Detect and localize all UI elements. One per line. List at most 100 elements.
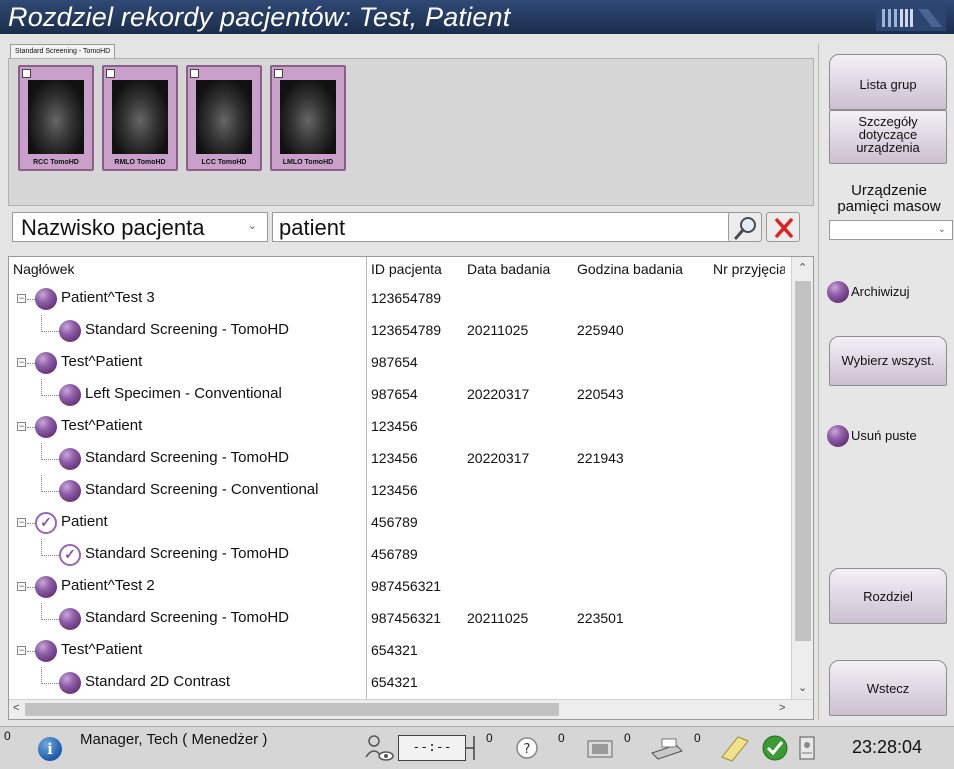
thumbnail-checkbox[interactable] (106, 69, 115, 78)
status-bar: 0 i Manager, Tech ( Menedżer ) --:-- 0 ?… (0, 726, 954, 769)
row-study-date: 20211025 (467, 610, 529, 626)
thumbnail-checkbox[interactable] (274, 69, 283, 78)
scrollbar-thumb[interactable] (25, 703, 559, 716)
row-title: Patient (61, 513, 108, 530)
vertical-scrollbar[interactable]: ⌃ ⌄ (791, 257, 813, 701)
thumbnail-checkbox[interactable] (22, 69, 31, 78)
row-title: Patient^Test 3 (61, 289, 155, 306)
collapse-icon[interactable]: − (17, 646, 26, 655)
printer-icon[interactable] (646, 733, 686, 763)
thumbnail-rmlo[interactable]: RMLO TomoHD (102, 65, 178, 171)
patient-row[interactable]: − Test^Patient 123456 (9, 411, 791, 443)
row-title: Standard Screening - TomoHD (85, 449, 289, 466)
info-icon[interactable]: i (38, 737, 62, 761)
thumbnail-rcc[interactable]: RCC TomoHD (18, 65, 94, 171)
search-icon (734, 217, 756, 240)
device-details-button[interactable]: Szczegóły dotyczące urządzenia (829, 110, 947, 164)
collapse-icon[interactable]: − (17, 582, 26, 591)
user-eye-icon[interactable] (362, 733, 396, 763)
group-list-button[interactable]: Lista grup (829, 54, 947, 110)
chevron-down-icon: ⌄ (247, 220, 257, 232)
tree-connector (27, 427, 35, 428)
scroll-left-icon[interactable]: < (13, 702, 19, 714)
column-header-study-time[interactable]: Godzina badania (577, 261, 683, 277)
record-orb-icon[interactable] (59, 448, 81, 470)
search-button[interactable] (728, 212, 762, 242)
tree-connector (41, 475, 42, 492)
row-patient-id: 987456321 (371, 578, 442, 594)
search-input[interactable]: patient (272, 212, 736, 242)
study-row[interactable]: ✓ Standard Screening - TomoHD 456789 (9, 539, 791, 571)
scroll-down-icon[interactable]: ⌄ (798, 681, 807, 694)
study-row[interactable]: Standard Screening - TomoHD 123654789 2021… (9, 315, 791, 347)
record-orb-icon[interactable] (59, 672, 81, 694)
record-orb-icon[interactable] (35, 352, 57, 374)
back-button[interactable]: Wstecz (829, 660, 947, 716)
thumbnail-label: LCC TomoHD (201, 159, 247, 166)
search-field-select[interactable]: Nazwisko pacjenta ⌄ (12, 212, 268, 242)
record-orb-icon[interactable] (59, 480, 81, 502)
record-orb-icon[interactable] (35, 640, 57, 662)
storage-device-label: Urządzenie pamięci masow (837, 182, 941, 215)
row-title: Standard Screening - Conventional (85, 481, 319, 498)
study-row[interactable]: Standard Screening - TomoHD 987456321 2021… (9, 603, 791, 635)
record-orb-icon[interactable] (35, 288, 57, 310)
study-row[interactable]: Standard 2D Contrast 654321 (9, 667, 791, 699)
storage-device-select[interactable]: ⌄ (829, 220, 953, 240)
column-header-patient-id[interactable]: ID pacjenta (371, 261, 442, 277)
study-row[interactable]: Standard Screening - Conventional 123456 (9, 475, 791, 507)
column-header-heading[interactable]: Nagłówek (13, 261, 74, 277)
window-title: Rozdziel rekordy pacjentów: Test, Patien… (8, 2, 511, 32)
thumbnail-lmlo[interactable]: LMLO TomoHD (270, 65, 346, 171)
current-user[interactable]: Manager, Tech ( Menedżer ) (80, 731, 267, 748)
notes-icon[interactable] (716, 733, 754, 763)
collapse-icon[interactable]: − (17, 294, 26, 303)
record-orb-icon[interactable] (35, 576, 57, 598)
patient-row[interactable]: − Test^Patient 654321 (9, 635, 791, 667)
row-study-date: 20220317 (467, 386, 530, 402)
selected-check-icon[interactable]: ✓ (59, 544, 81, 566)
scroll-right-icon[interactable]: > (779, 702, 785, 714)
record-orb-icon[interactable] (59, 384, 81, 406)
patient-row[interactable]: − Patient^Test 2 987456321 (9, 571, 791, 603)
row-patient-id: 123654789 (371, 322, 442, 338)
patient-row[interactable]: − Patient^Test 3 123654789 (9, 283, 791, 315)
tree-connector (41, 331, 59, 332)
row-study-time: 220543 (577, 386, 624, 402)
transfer-icon[interactable] (580, 733, 620, 763)
row-patient-id: 987456321 (371, 610, 442, 626)
study-row[interactable]: Standard Screening - TomoHD 123456 2022031… (9, 443, 791, 475)
record-orb-icon[interactable] (59, 608, 81, 630)
scroll-up-icon[interactable]: ⌃ (798, 261, 807, 274)
record-orb-icon[interactable] (35, 416, 57, 438)
collapse-icon[interactable]: − (17, 518, 26, 527)
thumbnail-lcc[interactable]: LCC TomoHD (186, 65, 262, 171)
tree-connector (41, 395, 59, 396)
row-title: Test^Patient (61, 641, 143, 658)
selected-check-icon[interactable]: ✓ (35, 512, 57, 534)
collapse-icon[interactable]: − (17, 422, 26, 431)
column-header-accession[interactable]: Nr przyjęcia (713, 261, 785, 277)
thumbnail-label: RCC TomoHD (33, 159, 79, 166)
storage-device-icon[interactable] (792, 733, 822, 763)
record-orb-icon[interactable] (59, 320, 81, 342)
column-header-study-date[interactable]: Data badania (467, 261, 550, 277)
patient-row[interactable]: − ✓ Patient 456789 (9, 507, 791, 539)
tree-connector (41, 667, 42, 684)
study-row[interactable]: Left Specimen - Conventional 987654 202203… (9, 379, 791, 411)
clear-search-button[interactable] (766, 212, 800, 242)
patient-row[interactable]: − Test^Patient 987654 (9, 347, 791, 379)
thumbnail-tab[interactable]: Standard Screening - TomoHD (10, 44, 116, 58)
status-ok-icon[interactable] (760, 733, 790, 763)
right-panel: Lista grup Szczegóły dotyczące urządzeni… (818, 44, 954, 720)
help-icon[interactable]: ? (512, 733, 542, 763)
tree-connector (41, 443, 42, 460)
split-button[interactable]: Rozdziel (829, 568, 947, 624)
scrollbar-thumb[interactable] (795, 281, 811, 641)
thumbnail-label: RMLO TomoHD (114, 159, 166, 166)
thumbnail-checkbox[interactable] (190, 69, 199, 78)
horizontal-scrollbar[interactable]: < > (9, 699, 813, 719)
row-title: Test^Patient (61, 353, 143, 370)
select-all-button[interactable]: Wybierz wszyst. (829, 336, 947, 386)
collapse-icon[interactable]: − (17, 358, 26, 367)
